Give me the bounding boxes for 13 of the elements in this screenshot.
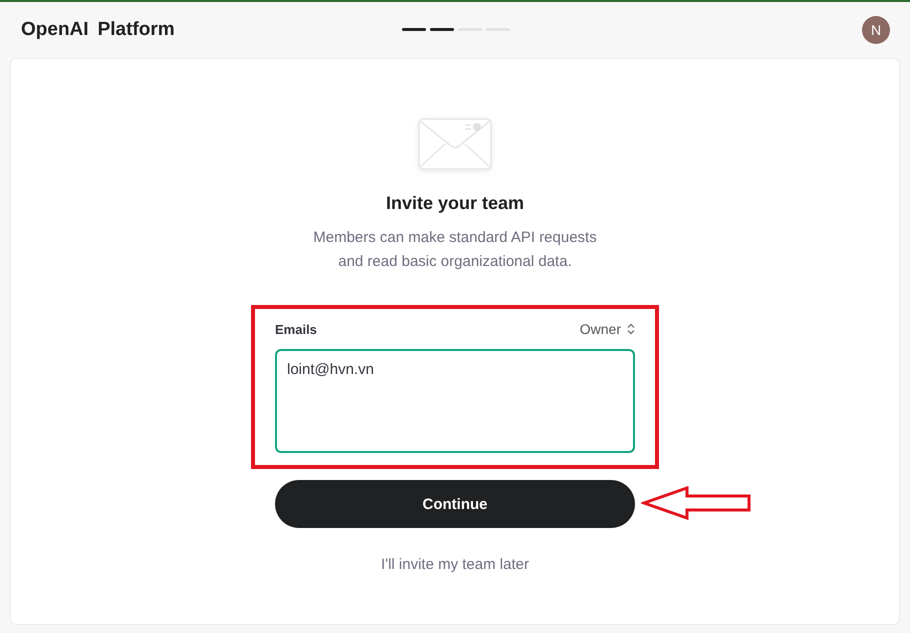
- chevron-icon: [627, 323, 635, 335]
- continue-button[interactable]: Continue: [275, 480, 635, 528]
- avatar-button[interactable]: N: [862, 16, 890, 44]
- brand-name: Platform: [98, 19, 175, 41]
- invite-later-link[interactable]: I'll invite my team later: [381, 556, 529, 573]
- role-select[interactable]: Owner: [580, 321, 635, 337]
- envelope-icon: [417, 117, 493, 171]
- brand-name: OpenAI: [21, 19, 89, 41]
- page-title: Invite your team: [386, 193, 524, 214]
- description-text: Members can make standard API requests: [313, 228, 597, 248]
- emails-field[interactable]: loint@hvn.vn: [275, 349, 635, 453]
- description-text: and read basic organizational data.: [338, 252, 572, 272]
- emails-label: Emails: [275, 322, 317, 336]
